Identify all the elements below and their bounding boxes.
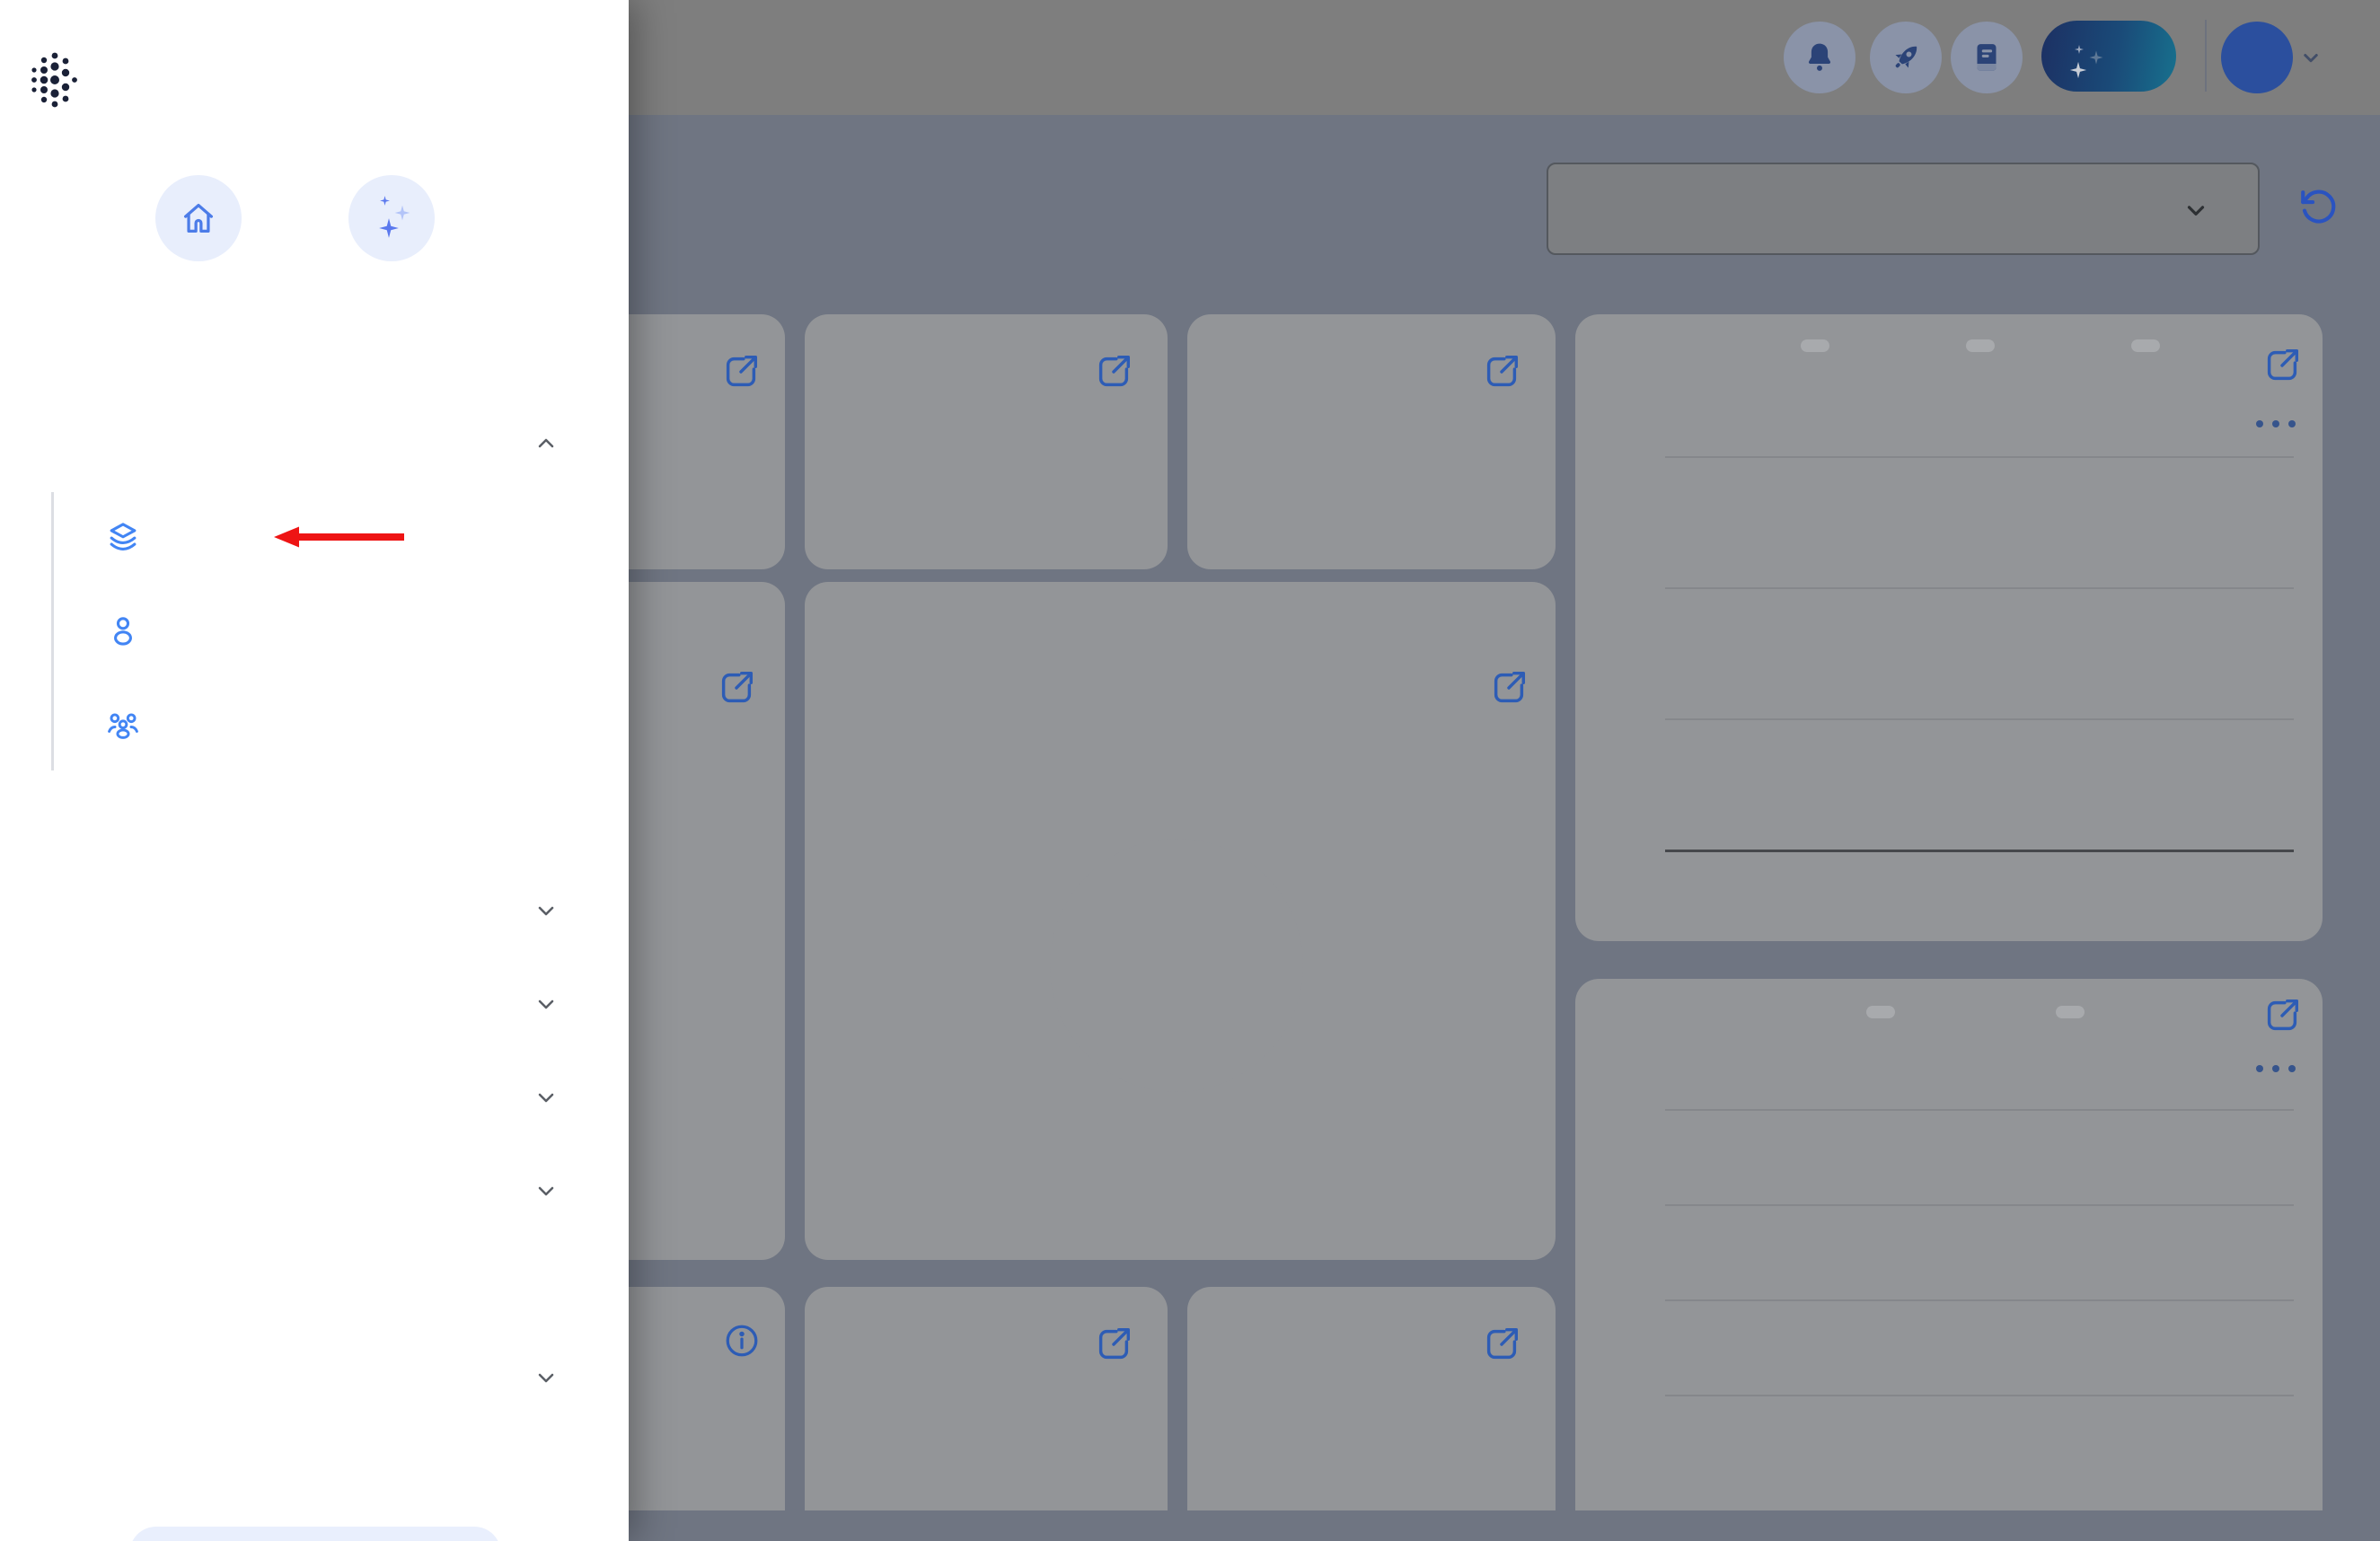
info-icon[interactable] xyxy=(722,1321,762,1360)
shortcut-fracttal-ai[interactable] xyxy=(302,175,481,283)
kpi-card-pending-tasks xyxy=(1187,314,1556,569)
gridline xyxy=(1665,1204,2294,1206)
open-external-icon[interactable] xyxy=(1481,1324,1522,1365)
sidebar-item-monitoring[interactable] xyxy=(0,973,629,1035)
gridline xyxy=(1665,1395,2294,1396)
work-orders-chart-card xyxy=(1575,314,2323,941)
x-axis-line xyxy=(1665,850,2294,852)
chevron-down-icon xyxy=(533,1084,560,1111)
open-external-icon[interactable] xyxy=(720,351,762,392)
chart-menu-ellipsis[interactable] xyxy=(2256,420,2296,427)
kpi-card-40 xyxy=(805,1287,1168,1510)
gridline xyxy=(1665,718,2294,720)
gridline xyxy=(1665,456,2294,458)
sparkle-icon xyxy=(2068,60,2088,80)
whats-new-button[interactable] xyxy=(1870,22,1942,93)
topbar-divider xyxy=(2205,20,2207,92)
select-chevron-down-icon xyxy=(2182,197,2209,224)
sidebar-item-cloud-disk[interactable] xyxy=(0,1253,629,1316)
compliance-card xyxy=(805,582,1556,1260)
open-external-icon[interactable] xyxy=(2261,345,2303,386)
bar-value-chip xyxy=(1966,339,1995,352)
sidebar-item-requests[interactable] xyxy=(0,1346,629,1409)
chevron-down-icon xyxy=(533,1177,560,1204)
open-external-icon[interactable] xyxy=(1481,351,1522,392)
notifications-button[interactable] xyxy=(1784,22,1856,93)
chevron-down-icon xyxy=(533,991,560,1017)
sidebar-item-third-parties[interactable] xyxy=(0,692,629,755)
bar-value-chip xyxy=(1801,339,1829,352)
app-screen xyxy=(0,0,2380,1541)
shortcut-start[interactable] xyxy=(109,175,288,283)
account-chevron-down-icon[interactable] xyxy=(2296,44,2326,71)
kpi-card-17 xyxy=(1187,1287,1556,1510)
chevron-down-icon xyxy=(533,897,560,924)
sidebar-item-dispatcher[interactable] xyxy=(0,1066,629,1129)
home-icon xyxy=(178,198,219,239)
is-part-of-select[interactable] xyxy=(1547,163,2260,255)
layers-icon xyxy=(103,517,143,557)
open-external-icon[interactable] xyxy=(1093,1324,1134,1365)
rocket-icon xyxy=(1887,39,1925,76)
legend-dot xyxy=(1161,1195,1192,1226)
sidebar-item-warehouses[interactable] xyxy=(0,786,629,849)
bar-value-chip xyxy=(1866,1006,1895,1018)
bar-value-chip xyxy=(2131,339,2160,352)
sidebar-item-inhouse-personnel[interactable] xyxy=(0,599,629,662)
sparkle-icon xyxy=(379,195,391,207)
sparkle-icon xyxy=(377,216,401,240)
open-external-icon[interactable] xyxy=(1488,667,1529,709)
donut-chart xyxy=(991,779,1362,1151)
chart-menu-ellipsis[interactable] xyxy=(2256,1065,2296,1072)
open-external-icon[interactable] xyxy=(1093,351,1134,392)
navigation-drawer xyxy=(0,0,629,1541)
open-external-icon[interactable] xyxy=(2261,995,2303,1036)
gridline xyxy=(1665,587,2294,589)
sidebar-item-business-intelligence[interactable] xyxy=(0,1159,629,1222)
work-requests-chart-card xyxy=(1575,979,2323,1510)
sidebar-item-work-management[interactable] xyxy=(0,879,629,942)
bell-icon xyxy=(1801,39,1838,76)
fracttal-logo-icon xyxy=(27,50,79,110)
sparkle-icon xyxy=(2088,49,2104,66)
chevron-down-icon xyxy=(533,1364,560,1391)
sidebar-bottom-button[interactable] xyxy=(129,1527,501,1541)
chevron-up-icon xyxy=(533,430,560,457)
bar-value-chip xyxy=(2056,1006,2085,1018)
sparkle-icon xyxy=(2074,44,2085,55)
gridline xyxy=(1665,1109,2294,1111)
group-icon xyxy=(103,704,143,744)
kpi-card-closed-wos xyxy=(805,314,1168,569)
person-icon xyxy=(103,611,143,650)
refresh-button[interactable] xyxy=(2296,185,2342,232)
refresh-icon xyxy=(2296,185,2342,232)
chart-legend xyxy=(805,1195,1556,1226)
gridline xyxy=(1665,1299,2294,1301)
open-external-icon[interactable] xyxy=(716,667,757,709)
notebook-icon xyxy=(1968,39,2005,76)
annotation-arrow xyxy=(272,524,407,550)
sidebar-item-catalogs[interactable] xyxy=(0,412,629,475)
fracttal-ai-button[interactable] xyxy=(2041,21,2176,92)
documentation-button[interactable] xyxy=(1951,22,2023,93)
user-avatar[interactable] xyxy=(2221,22,2293,93)
